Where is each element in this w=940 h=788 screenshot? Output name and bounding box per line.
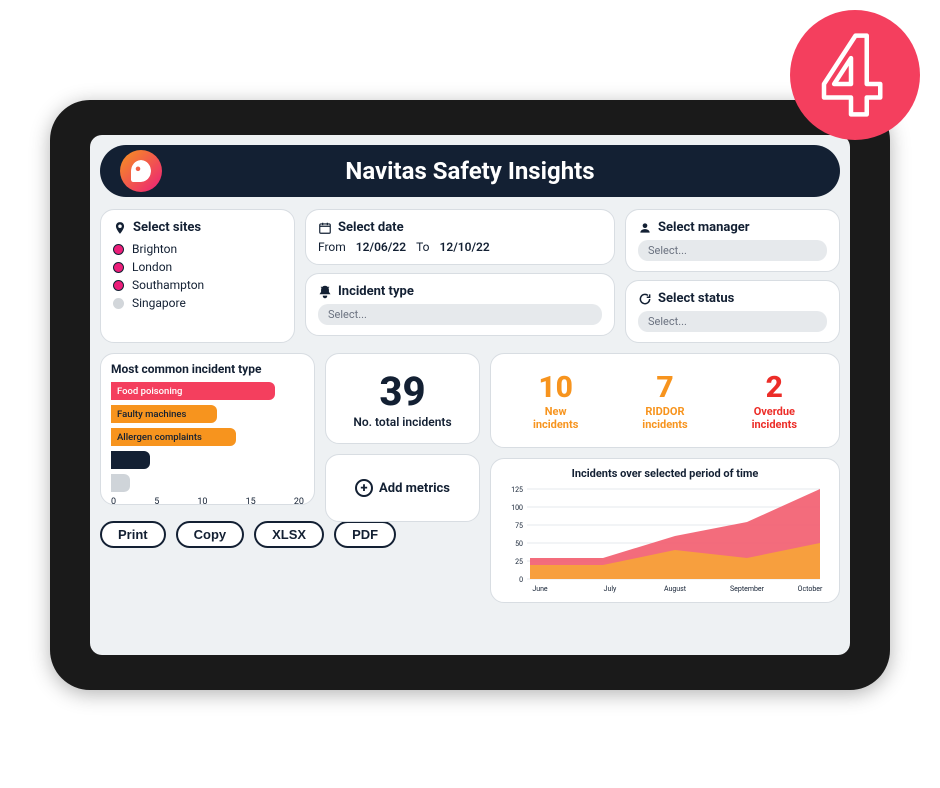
svg-text:October: October: [798, 585, 823, 593]
app-screen: Navitas Safety Insights Select sites Bri…: [90, 135, 850, 655]
manager-select[interactable]: Select...: [638, 240, 827, 261]
add-metrics-button[interactable]: + Add metrics: [325, 454, 480, 522]
svg-text:75: 75: [515, 522, 523, 530]
select-sites-title: Select sites: [113, 220, 282, 235]
total-incidents-card: 39 No. total incidents: [325, 353, 480, 444]
export-buttons: Print Copy XLSX PDF: [100, 521, 315, 548]
site-item-london[interactable]: London: [113, 258, 282, 276]
bar-allergen-complaints: Allergen complaints: [111, 428, 236, 446]
incident-summary-card: 10 Newincidents 7 RIDDORincidents 2 Over…: [490, 353, 840, 448]
area-chart: 125 100 75 50 25 0: [499, 484, 831, 594]
radio-selected-icon: [113, 280, 124, 291]
svg-text:0: 0: [519, 576, 523, 584]
bar-unnamed-1: [111, 451, 150, 469]
date-from-value: 12/06/22: [356, 240, 406, 254]
site-item-singapore[interactable]: Singapore: [113, 294, 282, 312]
site-item-southampton[interactable]: Southampton: [113, 276, 282, 294]
area-chart-card: Incidents over selected period of time 1…: [490, 458, 840, 603]
user-icon: [638, 221, 652, 235]
bar-chart-title: Most common incident type: [111, 362, 304, 376]
select-manager-card[interactable]: Select manager Select...: [625, 209, 840, 272]
pin-icon: [113, 221, 127, 235]
svg-text:September: September: [730, 585, 765, 593]
stat-overdue-incidents: 2 Overdueincidents: [752, 370, 797, 431]
svg-text:August: August: [664, 585, 687, 593]
plus-circle-icon: +: [355, 479, 373, 497]
bar-chart: Food poisoning Faulty machines Allergen …: [111, 382, 304, 500]
svg-text:June: June: [532, 585, 548, 593]
bar-chart-card: Most common incident type Food poisoning…: [100, 353, 315, 505]
svg-text:125: 125: [511, 486, 523, 494]
select-status-card[interactable]: Select status Select...: [625, 280, 840, 343]
radio-selected-icon: [113, 244, 124, 255]
radio-unselected-icon: [113, 298, 124, 309]
site-item-brighton[interactable]: Brighton: [113, 240, 282, 258]
bar-unnamed-2: [111, 474, 130, 492]
svg-text:100: 100: [511, 504, 523, 512]
incident-type-card[interactable]: Incident type Select...: [305, 273, 615, 336]
radio-selected-icon: [113, 262, 124, 273]
bell-icon: [318, 285, 332, 299]
incident-type-select[interactable]: Select...: [318, 304, 602, 325]
stat-riddor-incidents: 7 RIDDORincidents: [642, 370, 687, 431]
status-select[interactable]: Select...: [638, 311, 827, 332]
print-button[interactable]: Print: [100, 521, 166, 548]
svg-text:25: 25: [515, 558, 523, 566]
step-badge: [790, 10, 920, 140]
copy-button[interactable]: Copy: [176, 521, 245, 548]
bar-food-poisoning: Food poisoning: [111, 382, 275, 400]
date-to-value: 12/10/22: [440, 240, 490, 254]
stat-new-incidents: 10 Newincidents: [533, 370, 578, 431]
select-sites-card: Select sites Brighton London Southampton…: [100, 209, 295, 343]
svg-text:50: 50: [515, 540, 523, 548]
site-list: Brighton London Southampton Singapore: [113, 240, 282, 312]
page-title: Navitas Safety Insights: [345, 157, 594, 185]
bar-chart-x-axis: 0 5 10 15 20: [111, 497, 304, 507]
brand-logo: [120, 150, 162, 192]
select-date-card[interactable]: Select date From 12/06/22 To 12/10/22: [305, 209, 615, 265]
total-incidents-value: 39: [340, 368, 465, 415]
bar-faulty-machines: Faulty machines: [111, 405, 217, 423]
calendar-icon: [318, 221, 332, 235]
tablet-frame: Navitas Safety Insights Select sites Bri…: [50, 100, 890, 690]
svg-text:July: July: [604, 585, 617, 593]
app-header: Navitas Safety Insights: [100, 145, 840, 197]
xlsx-button[interactable]: XLSX: [254, 521, 324, 548]
area-chart-title: Incidents over selected period of time: [499, 467, 831, 480]
total-incidents-label: No. total incidents: [340, 415, 465, 429]
refresh-icon: [638, 292, 652, 306]
